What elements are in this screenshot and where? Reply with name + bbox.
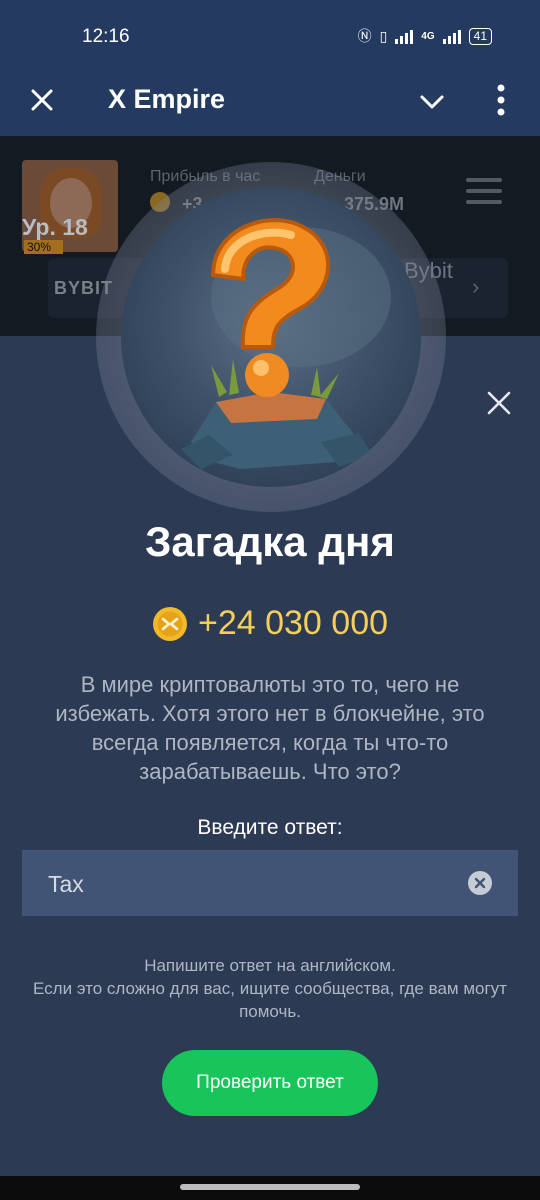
riddle-image [121,187,421,487]
app-bar: X Empire [0,70,540,136]
close-icon[interactable] [28,86,56,114]
signal-icon-2 [442,28,461,44]
chevron-right-icon: › [472,274,480,299]
network-type: 4G [421,30,435,42]
vibrate-icon: ▯ [379,27,388,44]
status-icons: Ⓝ ▯ 4G 41 [358,26,492,46]
answer-label: Введите ответ: [197,816,343,839]
riddle-question: В мире криптовалюты это то, чего не избе… [55,672,485,784]
riddle-title: Загадка дня [145,518,395,565]
app-title: X Empire [108,84,226,114]
coin-icon [152,606,187,641]
sheet-close-icon[interactable] [486,390,512,416]
answer-input[interactable] [46,866,460,902]
home-indicator[interactable] [180,1184,360,1190]
status-time: 12:16 [82,26,130,47]
answer-hint: Напишите ответ на английском. Если это с… [20,954,520,1023]
more-menu-icon[interactable] [496,84,506,116]
battery-icon: 41 [468,27,492,45]
check-answer-button[interactable]: Проверить ответ [162,1050,378,1116]
level-progress: 30% [24,240,63,254]
status-bar: 12:16 Ⓝ ▯ 4G 41 [0,0,540,70]
chevron-down-icon[interactable] [418,88,446,116]
clear-input-icon[interactable] [468,871,492,895]
reward-amount: +24 030 000 [197,604,389,642]
hint-line-2: Если это сложно для вас, ищите сообществ… [33,979,507,1021]
nfc-icon: Ⓝ [357,28,372,44]
question-mark-icon [181,218,391,469]
menu-icon[interactable] [466,178,502,211]
level-label: Ур. 18 [22,214,88,240]
signal-icon [395,28,414,44]
hint-line-1: Напишите ответ на английском. [144,956,396,975]
answer-field[interactable] [22,850,518,916]
reward: +24 030 000 [0,604,540,643]
